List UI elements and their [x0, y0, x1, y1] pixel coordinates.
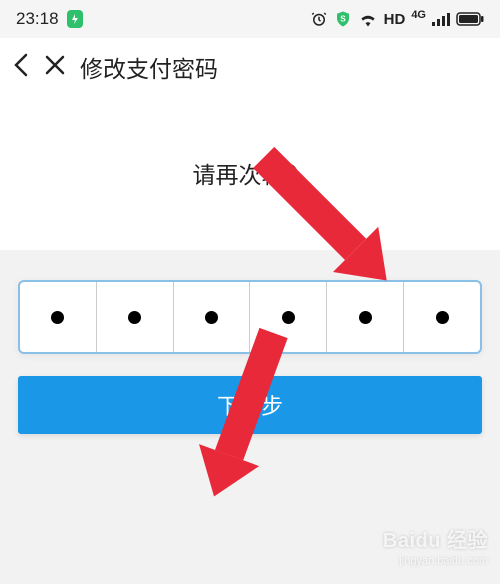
back-icon[interactable] — [12, 51, 30, 83]
svg-text:S: S — [340, 14, 346, 23]
pin-dot — [128, 311, 141, 324]
status-left: 23:18 — [16, 9, 83, 29]
shield-icon: S — [334, 10, 352, 28]
net-label: 4G — [411, 9, 426, 21]
pin-cell[interactable] — [327, 282, 404, 352]
status-right: S HD 4G — [310, 10, 484, 28]
pin-cell[interactable] — [97, 282, 174, 352]
pin-cell[interactable] — [20, 282, 97, 352]
watermark: Baidu 经验 jingyan.baidu.com — [383, 528, 488, 568]
page-title: 修改支付密码 — [80, 50, 218, 84]
battery-saver-icon — [67, 10, 83, 28]
pin-cell[interactable] — [404, 282, 480, 352]
status-time: 23:18 — [16, 9, 59, 29]
pin-cell[interactable] — [250, 282, 327, 352]
alarm-icon — [310, 10, 328, 28]
hd-label: HD — [384, 11, 406, 28]
watermark-brand: Baidu 经验 — [383, 528, 488, 554]
next-button[interactable]: 下一步 — [18, 376, 482, 434]
wifi-icon — [358, 11, 378, 27]
watermark-sub: jingyan.baidu.com — [383, 554, 488, 568]
pin-input[interactable] — [18, 280, 482, 354]
battery-icon — [456, 12, 484, 26]
pin-cell[interactable] — [174, 282, 251, 352]
pin-dot — [51, 311, 64, 324]
prompt-text: 请再次输入 — [0, 156, 500, 190]
nav-bar: 修改支付密码 — [0, 38, 500, 96]
pin-dot — [282, 311, 295, 324]
status-bar: 23:18 S HD 4G — [0, 0, 500, 38]
pin-dot — [359, 311, 372, 324]
content-top: 请再次输入 — [0, 96, 500, 250]
close-icon[interactable] — [44, 54, 66, 80]
pin-dot — [436, 311, 449, 324]
pin-dot — [205, 311, 218, 324]
signal-icon — [432, 12, 450, 26]
